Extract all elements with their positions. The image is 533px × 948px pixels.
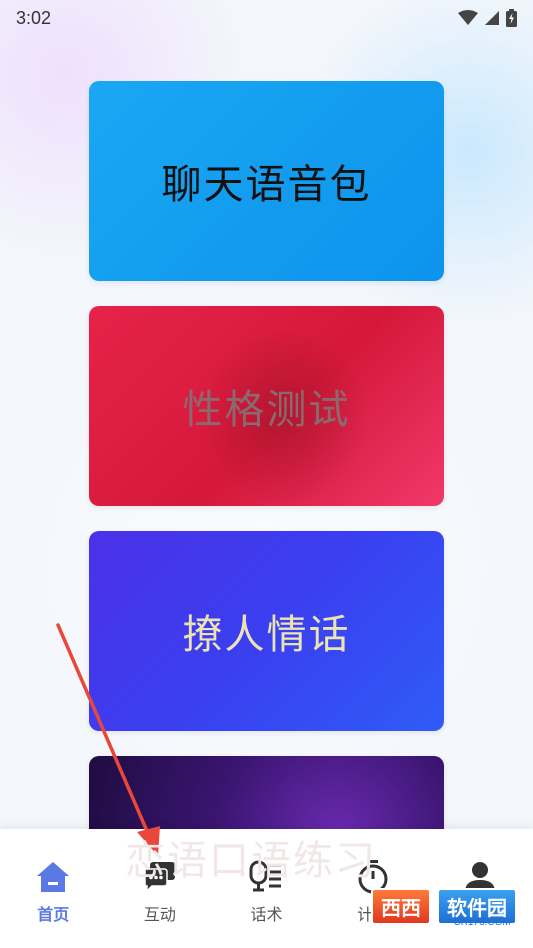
status-bar: 3:02	[0, 0, 533, 36]
card-label: 性格测试	[182, 387, 351, 433]
feature-card-list: 聊天语音包 性格测试 撩人情话 恋语口语练习	[89, 81, 444, 948]
card-chat-voice-pack[interactable]: 聊天语音包	[89, 81, 444, 281]
tab-label: 话术	[250, 907, 283, 924]
tab-home[interactable]: 首页	[0, 829, 107, 948]
status-icons	[458, 9, 517, 27]
card-label: 恋语口语练习	[125, 838, 377, 884]
tab-label: 首页	[37, 907, 70, 924]
signal-icon	[485, 11, 499, 25]
battery-icon	[506, 9, 517, 27]
card-label: 撩人情话	[182, 612, 351, 658]
watermark-site: CR173.COM	[453, 917, 511, 928]
card-flirty-words[interactable]: 撩人情话	[89, 531, 444, 731]
card-label: 聊天语音包	[161, 162, 372, 208]
status-time: 3:02	[16, 7, 52, 28]
wifi-icon	[458, 10, 478, 25]
card-personality-test[interactable]: 性格测试	[89, 306, 444, 506]
watermark-part1: 西西	[371, 888, 431, 925]
tab-label: 互动	[143, 907, 176, 924]
home-icon	[37, 862, 70, 892]
